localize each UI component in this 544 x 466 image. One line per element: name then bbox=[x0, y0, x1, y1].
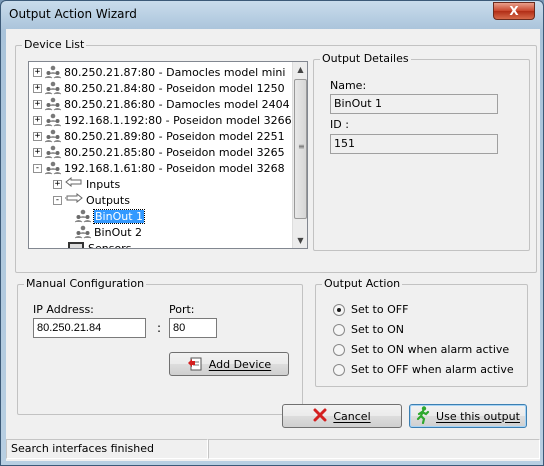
window-title: Output Action Wizard bbox=[9, 7, 137, 21]
device-group-icon bbox=[45, 161, 61, 175]
status-text: Search interfaces finished bbox=[6, 439, 208, 459]
use-this-output-label: Use this output bbox=[436, 409, 520, 423]
add-device-button[interactable]: Add Device bbox=[169, 352, 289, 376]
cancel-button[interactable]: Cancel bbox=[282, 404, 402, 428]
grip-icon: ≡ bbox=[298, 142, 305, 151]
ip-address-input[interactable] bbox=[33, 318, 146, 338]
device-group-icon bbox=[75, 209, 91, 223]
radio-label: Set to ON when alarm active bbox=[351, 343, 510, 356]
tree-item-label: Sensors bbox=[88, 241, 132, 249]
radio-label: Set to OFF bbox=[351, 303, 409, 316]
output-arrow-icon bbox=[65, 193, 83, 207]
output-action-option[interactable]: Set to OFF bbox=[333, 303, 408, 316]
expand-icon[interactable]: + bbox=[53, 179, 62, 189]
device-group-icon bbox=[45, 65, 61, 79]
output-action-group: Output Action Set to OFF Set to ON Set to … bbox=[315, 277, 528, 387]
tree-item-device[interactable]: +80.250.21.87:80 - Damocles model mini bbox=[33, 64, 285, 80]
radio-button[interactable] bbox=[333, 323, 345, 336]
tree-item-device[interactable]: - 192.168.1.61:80 - Poseidon model 3268 bbox=[33, 160, 285, 176]
cancel-x-icon bbox=[313, 408, 327, 425]
tree-item-label: 80.250.21.84:80 - Poseidon model 1250 bbox=[64, 81, 285, 95]
output-details-group: Output Detailes Name: BinOut 1 ID : 151 bbox=[313, 52, 530, 251]
expand-icon[interactable]: + bbox=[33, 99, 42, 109]
tree-item-label: 80.250.21.86:80 - Damocles model 2404 bbox=[64, 97, 290, 111]
expand-icon[interactable]: + bbox=[33, 115, 42, 125]
tree-item-label: 80.250.21.87:80 - Damocles model mini bbox=[64, 65, 286, 79]
scroll-up-icon[interactable]: ▲ bbox=[293, 62, 307, 77]
dialog-client-area: Device List +80.250.21.87:80 - Damocles … bbox=[6, 29, 540, 461]
radio-label: Set to OFF when alarm active bbox=[351, 363, 514, 376]
tree-item-label: BinOut 2 bbox=[94, 225, 143, 239]
tree-item-sensors[interactable]: Sensors bbox=[67, 240, 132, 249]
title-bar[interactable]: Output Action Wizard X bbox=[1, 1, 543, 29]
name-field: BinOut 1 bbox=[330, 94, 498, 114]
device-group-icon bbox=[45, 97, 61, 111]
expand-icon[interactable]: + bbox=[33, 147, 42, 157]
expand-icon[interactable]: + bbox=[33, 67, 42, 77]
device-group-icon bbox=[45, 129, 61, 143]
radio-label: Set to ON bbox=[351, 323, 404, 336]
collapse-icon[interactable]: - bbox=[33, 163, 42, 173]
output-action-option[interactable]: Set to OFF when alarm active bbox=[333, 363, 514, 376]
status-bar: Search interfaces finished bbox=[6, 439, 540, 459]
name-label: Name: bbox=[330, 79, 367, 92]
tree-item-label: Inputs bbox=[86, 177, 121, 191]
tree-item-label: 192.168.1.61:80 - Poseidon model 3268 bbox=[64, 161, 285, 175]
status-pane-empty bbox=[208, 439, 540, 459]
device-group-icon bbox=[45, 113, 61, 127]
expand-icon[interactable]: + bbox=[33, 131, 42, 141]
tree-item-binout[interactable]: BinOut 2 bbox=[75, 224, 142, 240]
tree-item-label: 80.250.21.89:80 - Poseidon model 2251 bbox=[64, 129, 285, 143]
sensor-icon bbox=[67, 241, 85, 248]
tree-item-inputs[interactable]: + Inputs bbox=[53, 176, 120, 192]
tree-item-device[interactable]: +80.250.21.85:80 - Poseidon model 3265 bbox=[33, 144, 285, 160]
device-tree[interactable]: +80.250.21.87:80 - Damocles model mini +8… bbox=[28, 61, 308, 249]
output-action-legend: Output Action bbox=[322, 277, 403, 290]
collapse-icon[interactable]: - bbox=[53, 195, 62, 205]
tree-item-device[interactable]: +192.168.1.192:80 - Poseidon model 3266 bbox=[33, 112, 292, 128]
add-device-label: Add Device bbox=[208, 357, 272, 371]
output-details-legend: Output Detailes bbox=[320, 52, 411, 65]
tree-scrollbar[interactable]: ▲ ≡ ▼ bbox=[292, 62, 307, 248]
scroll-thumb[interactable]: ≡ bbox=[294, 79, 307, 219]
scroll-down-icon[interactable]: ▼ bbox=[293, 233, 307, 248]
tree-item-device[interactable]: +80.250.21.89:80 - Poseidon model 2251 bbox=[33, 128, 285, 144]
ip-address-label: IP Address: bbox=[33, 303, 94, 316]
device-list-legend: Device List bbox=[22, 38, 87, 51]
close-button[interactable]: X bbox=[493, 2, 535, 20]
add-device-icon bbox=[187, 355, 203, 374]
tree-item-device[interactable]: +80.250.21.84:80 - Poseidon model 1250 bbox=[33, 80, 285, 96]
port-label: Port: bbox=[169, 303, 195, 316]
device-group-icon bbox=[75, 225, 91, 239]
radio-button[interactable] bbox=[333, 343, 345, 356]
expand-icon[interactable]: + bbox=[33, 83, 42, 93]
tree-item-label: BinOut 1 bbox=[92, 208, 146, 224]
output-action-option[interactable]: Set to ON when alarm active bbox=[333, 343, 509, 356]
use-this-output-button[interactable]: Use this output bbox=[409, 404, 527, 428]
wizard-window: Output Action Wizard X Device List +80.2… bbox=[0, 0, 544, 466]
tree-item-device[interactable]: +80.250.21.86:80 - Damocles model 2404 bbox=[33, 96, 290, 112]
output-action-option[interactable]: Set to ON bbox=[333, 323, 404, 336]
device-group-icon bbox=[45, 145, 61, 159]
input-arrow-icon bbox=[65, 177, 83, 191]
id-label: ID : bbox=[330, 118, 349, 131]
running-man-icon bbox=[416, 405, 430, 427]
tree-item-label: Outputs bbox=[86, 193, 130, 207]
port-input[interactable] bbox=[169, 318, 217, 338]
manual-config-group: Manual Configuration IP Address: : Port:… bbox=[17, 277, 303, 415]
cancel-label: Cancel bbox=[333, 409, 371, 423]
radio-button[interactable] bbox=[333, 363, 345, 376]
id-field: 151 bbox=[330, 134, 498, 154]
manual-config-legend: Manual Configuration bbox=[24, 277, 147, 290]
ip-port-separator: : bbox=[157, 321, 162, 335]
close-icon: X bbox=[509, 4, 519, 18]
tree-item-outputs[interactable]: - Outputs bbox=[53, 192, 130, 208]
radio-button[interactable] bbox=[333, 303, 345, 316]
tree-item-label: 192.168.1.192:80 - Poseidon model 3266 bbox=[64, 113, 292, 127]
device-group-icon bbox=[45, 81, 61, 95]
tree-item-binout[interactable]: BinOut 1 bbox=[75, 208, 146, 224]
tree-item-label: 80.250.21.85:80 - Poseidon model 3265 bbox=[64, 145, 285, 159]
